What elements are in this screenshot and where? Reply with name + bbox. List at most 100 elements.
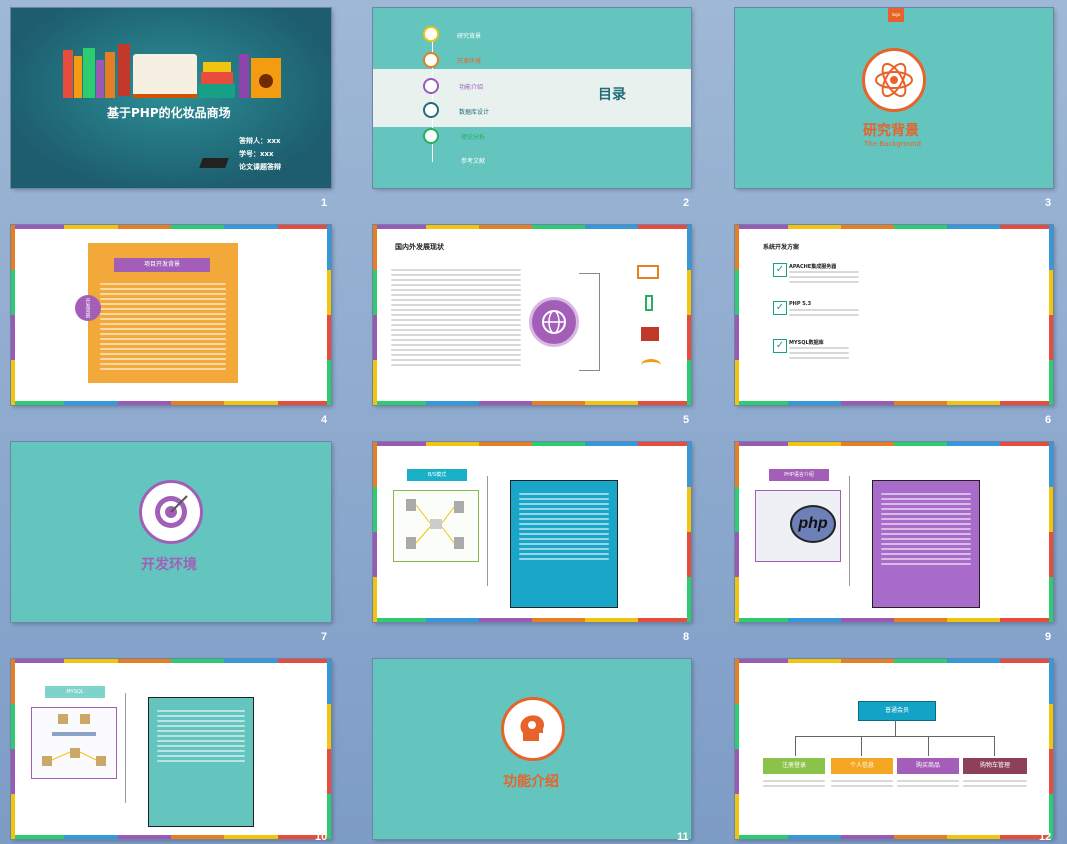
slide-thumbnail-7[interactable]: 开发环境 xyxy=(11,442,331,622)
toc-item-1: 研究背景 xyxy=(457,33,482,40)
toc-item-3: 功能介绍 xyxy=(459,84,484,91)
toc-circle-3 xyxy=(423,78,439,94)
bs-text-card xyxy=(510,480,618,608)
slide-thumbnail-10[interactable]: MYSQL xyxy=(11,659,331,839)
color-band-bottom xyxy=(11,401,331,405)
logo-badge: logo xyxy=(888,8,904,22)
slide-number-6: 6 xyxy=(1045,414,1052,426)
toc-item-4: 数据库设计 xyxy=(459,109,490,116)
slide7-title: 开发环境 xyxy=(141,557,197,573)
color-band-right xyxy=(687,225,691,405)
color-band-top xyxy=(373,442,691,446)
org-connector-1 xyxy=(795,736,796,756)
slide10-tag: MYSQL xyxy=(45,686,105,698)
slide-number-1: 1 xyxy=(321,197,328,209)
toc-circle-4 xyxy=(423,102,439,118)
php-logo-image: php xyxy=(755,490,841,562)
books-illustration xyxy=(63,42,281,98)
slide-thumbnail-12[interactable]: 普通会员 注册登录 个人信息 购买商品 购物车管理 xyxy=(735,659,1053,839)
slide1-type: 论文课题答辩 xyxy=(239,163,281,171)
color-band-bottom xyxy=(11,835,331,839)
slide-number-5: 5 xyxy=(683,414,690,426)
checkbox-icon-3: ✓ xyxy=(773,339,787,353)
slide-thumbnail-6[interactable]: 系统开发方案 ✓ APACHE集成服务器 ✓ PHP 5.3 ✓ MYSQL数据… xyxy=(735,225,1053,405)
slide-thumbnail-4[interactable]: 项目开发背景 开发背景 xyxy=(11,225,331,405)
slide1-answerer: 答辩人：xxx xyxy=(239,137,281,145)
slide-thumbnail-3[interactable]: logo 研究背景 The Background xyxy=(735,8,1053,188)
wifi-icon xyxy=(641,359,661,371)
toc-item-6: 参考文献 xyxy=(461,158,486,165)
org-connector-horizontal xyxy=(795,736,995,737)
slide-number-7: 7 xyxy=(321,631,328,643)
color-band-top xyxy=(373,225,691,229)
toc-item-2: 开发环境 xyxy=(457,58,482,65)
slide-number-10: 10 xyxy=(315,831,328,843)
divider-line xyxy=(125,693,126,803)
color-band-left xyxy=(11,225,15,405)
slide-thumbnail-8[interactable]: B/S模式 xyxy=(373,442,691,622)
color-band-bottom xyxy=(373,401,691,405)
color-band-bottom xyxy=(735,835,1053,839)
side-label-circle: 开发背景 xyxy=(75,295,101,321)
slide1-title: 基于PHP的化妆品商场 xyxy=(107,106,231,120)
color-band-right xyxy=(1049,225,1053,405)
bs-network-diagram xyxy=(393,490,479,562)
color-band-left xyxy=(373,225,377,405)
slide-thumbnail-9[interactable]: PHP语言介绍 php xyxy=(735,442,1053,622)
slide-thumbnail-2[interactable]: 目录 研究背景 开发环境 功能介绍 数据库设计 理论分析 参考文献 xyxy=(373,8,691,188)
color-band-top xyxy=(735,442,1053,446)
slide11-title: 功能介绍 xyxy=(503,774,559,790)
org-branch-1: 注册登录 xyxy=(763,758,825,774)
plan-item-2: PHP 5.3 xyxy=(789,301,812,307)
color-band-bottom xyxy=(735,618,1053,622)
color-band-right xyxy=(327,659,331,839)
color-band-right xyxy=(1049,659,1053,839)
target-icon xyxy=(139,480,203,544)
slide-thumbnail-1[interactable]: 基于PHP的化妆品商场 答辩人：xxx 学号：xxx 论文课题答辩 xyxy=(11,8,331,188)
slide-number-2: 2 xyxy=(683,197,690,209)
head-lightbulb-icon xyxy=(501,697,565,761)
divider-line xyxy=(487,476,488,586)
slide9-tag: PHP语言介绍 xyxy=(769,469,829,481)
color-band-top xyxy=(11,225,331,229)
color-band-top xyxy=(735,659,1053,663)
phone-icon xyxy=(645,295,653,311)
color-band-top xyxy=(11,659,331,663)
desktop-icon xyxy=(641,327,659,341)
color-band-left xyxy=(735,225,739,405)
org-connector xyxy=(895,720,896,736)
divider-line xyxy=(849,476,850,586)
toc-circle-5 xyxy=(423,128,439,144)
plan-item-3: MYSQL数据库 xyxy=(789,340,824,346)
toc-item-5: 理论分析 xyxy=(461,134,486,141)
slide5-title: 国内外发展现状 xyxy=(395,243,444,251)
color-band-left xyxy=(373,442,377,622)
slide-thumbnail-11[interactable]: 功能介绍 xyxy=(373,659,691,839)
color-band-left xyxy=(11,659,15,839)
color-band-bottom xyxy=(373,618,691,622)
org-connector-4 xyxy=(994,736,995,756)
globe-icon xyxy=(529,297,579,347)
mysql-network-diagram xyxy=(31,707,117,779)
toc-circle-2 xyxy=(423,52,439,68)
slide8-tag: B/S模式 xyxy=(407,469,467,481)
slide-number-9: 9 xyxy=(1045,631,1052,643)
slide3-subtitle: The Background xyxy=(864,140,922,148)
color-band-right xyxy=(1049,442,1053,622)
toc-heading: 目录 xyxy=(598,87,626,103)
box-title: 项目开发背景 xyxy=(114,258,210,272)
slide6-title: 系统开发方案 xyxy=(763,244,800,251)
atom-icon xyxy=(862,48,926,112)
connector-lines xyxy=(579,273,600,371)
graduation-cap-icon xyxy=(199,158,229,168)
php-logo-oval: php xyxy=(790,505,836,543)
color-band-right xyxy=(327,225,331,405)
checkbox-icon-1: ✓ xyxy=(773,263,787,277)
slide-thumbnail-5[interactable]: 国内外发展现状 xyxy=(373,225,691,405)
php-logo-text: php xyxy=(798,515,828,532)
color-band-left xyxy=(735,442,739,622)
org-branch-2: 个人信息 xyxy=(831,758,893,774)
color-band-top xyxy=(735,225,1053,229)
laptop-icon xyxy=(637,265,659,279)
org-connector-2 xyxy=(861,736,862,756)
